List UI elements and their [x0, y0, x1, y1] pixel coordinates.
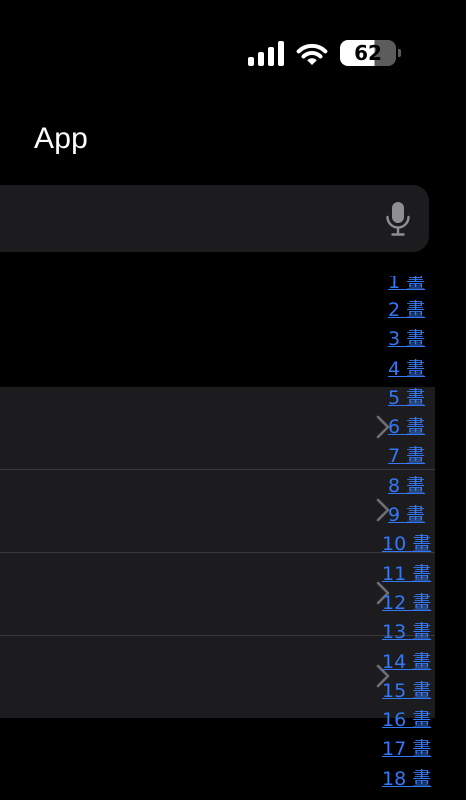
list-item[interactable] [0, 469, 435, 552]
microphone-icon[interactable] [385, 201, 411, 237]
status-bar: 62 [248, 38, 401, 68]
section-index-item[interactable]: 4 畫 [388, 355, 425, 384]
wifi-icon [294, 39, 330, 67]
search-input[interactable] [0, 185, 429, 252]
section-index-item[interactable]: 8 畫 [388, 472, 425, 501]
section-index-item[interactable]: 13 畫 [382, 618, 431, 647]
section-index-item[interactable]: 18 畫 [382, 765, 431, 794]
section-index-item[interactable]: 5 畫 [388, 384, 425, 413]
section-index-item[interactable]: 11 畫 [382, 560, 431, 589]
battery-tip [398, 49, 401, 57]
section-index-item[interactable]: 16 畫 [382, 706, 431, 735]
list-item[interactable] [0, 387, 435, 469]
list [0, 387, 435, 718]
section-index-item[interactable]: 6 畫 [388, 413, 425, 442]
section-index-item[interactable]: 10 畫 [382, 530, 431, 559]
section-index-item[interactable]: 17 畫 [382, 735, 431, 764]
battery-level: 62 [354, 41, 382, 65]
list-item[interactable] [0, 552, 435, 635]
section-index-item[interactable]: 2 畫 [388, 296, 425, 325]
battery-icon: 62 [340, 40, 401, 66]
section-index-item[interactable]: 12 畫 [382, 589, 431, 618]
section-index-item[interactable]: 15 畫 [382, 677, 431, 706]
cellular-signal-icon [248, 40, 284, 66]
section-index-item[interactable]: 7 畫 [388, 442, 425, 471]
section-index[interactable]: 1 畫 2 畫 3 畫 4 畫 5 畫 6 畫 7 畫 8 畫 9 畫 10 畫… [382, 276, 448, 794]
section-index-item[interactable]: 1 畫 [388, 276, 425, 296]
section-index-item[interactable]: 14 畫 [382, 648, 431, 677]
list-item[interactable] [0, 635, 435, 718]
page-title: App [34, 122, 88, 155]
section-index-item[interactable]: 3 畫 [388, 325, 425, 354]
section-index-item[interactable]: 9 畫 [388, 501, 425, 530]
